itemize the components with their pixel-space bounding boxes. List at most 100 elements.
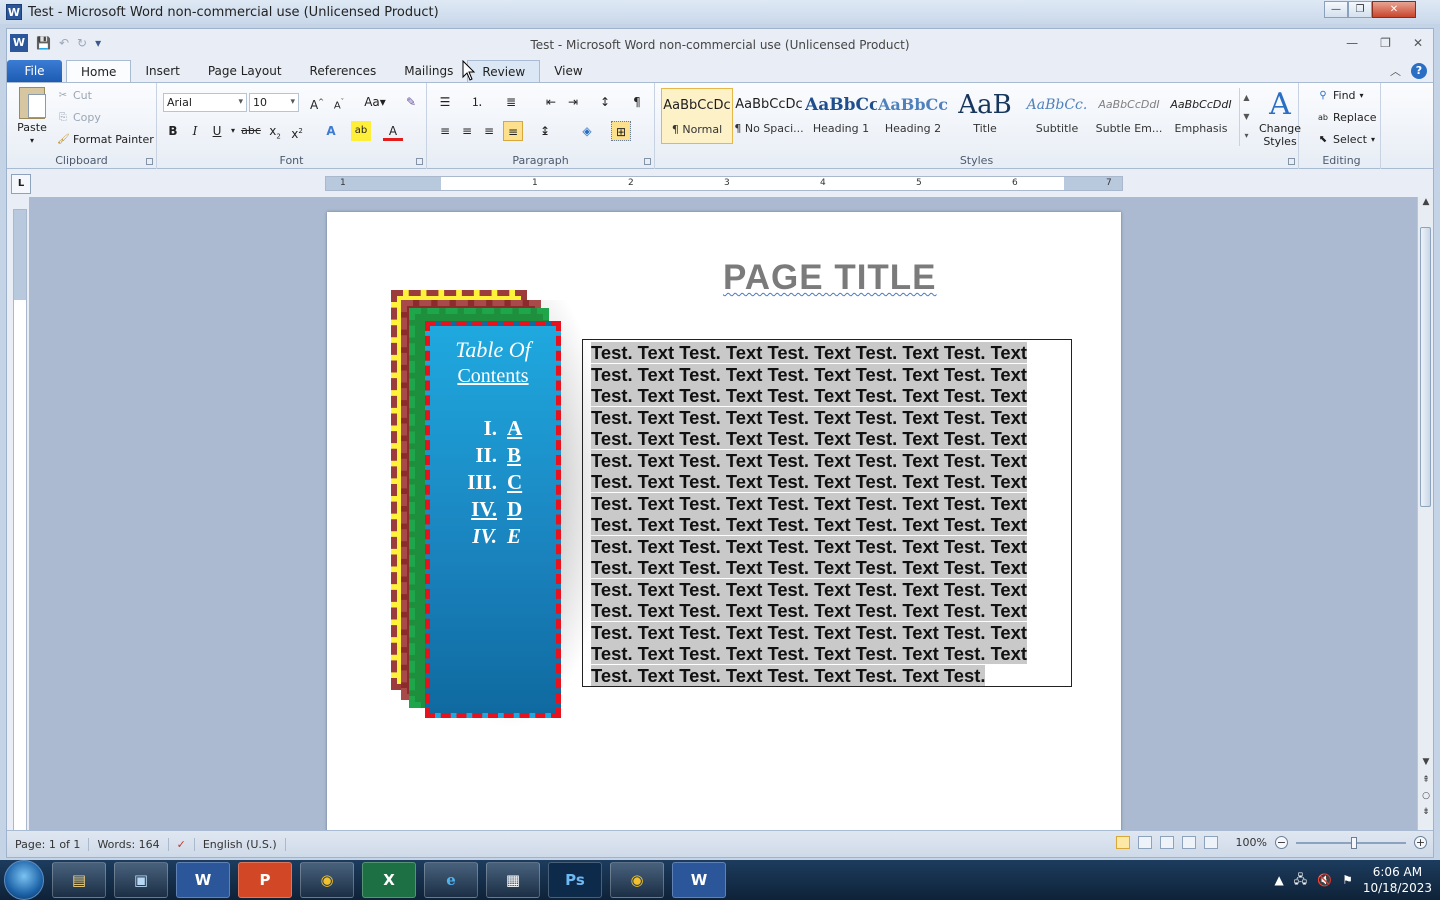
clipboard-launcher-icon[interactable] xyxy=(146,158,153,165)
select-button[interactable]: ⬉ Select ▾ xyxy=(1317,133,1375,146)
tab-file[interactable]: File xyxy=(7,60,62,82)
taskbar-word-active-icon[interactable]: W xyxy=(672,862,726,898)
page-count[interactable]: Page: 1 of 1 xyxy=(7,837,90,851)
previous-page-icon[interactable]: ⇞ xyxy=(1418,775,1434,785)
bullets-icon[interactable]: ☰ xyxy=(435,92,455,112)
inner-close-icon[interactable]: ✕ xyxy=(1413,36,1423,50)
paste-dropdown-icon[interactable]: ▾ xyxy=(13,136,51,145)
toc-item-link[interactable]: D xyxy=(507,496,537,523)
paragraph-launcher-icon[interactable] xyxy=(644,158,651,165)
scroll-down-icon[interactable]: ▼ xyxy=(1418,757,1434,767)
word-count[interactable]: Words: 164 xyxy=(89,837,169,851)
copy-button[interactable]: ⎘ Copy xyxy=(57,111,101,124)
shading-icon[interactable]: ◈ xyxy=(577,121,597,141)
justify-icon[interactable]: ≡ xyxy=(503,121,523,141)
inner-minimize-icon[interactable]: — xyxy=(1346,36,1358,50)
style-title[interactable]: AaB Title xyxy=(949,88,1021,144)
page-title[interactable]: PAGE TITLE xyxy=(723,258,937,298)
taskbar-explorer-icon[interactable]: ▤ xyxy=(52,862,106,898)
restore-icon[interactable]: ❐ xyxy=(1348,1,1372,18)
taskbar-word-icon[interactable]: W xyxy=(176,862,230,898)
undo-icon[interactable]: ↶ xyxy=(59,36,69,50)
gallery-more-icon[interactable]: ▾ xyxy=(1240,126,1253,145)
tab-references[interactable]: References xyxy=(296,60,391,82)
style-heading-2[interactable]: AaBbCc Heading 2 xyxy=(877,88,949,144)
volume-icon[interactable]: 🔇 xyxy=(1317,873,1332,887)
tab-insert[interactable]: Insert xyxy=(131,60,193,82)
clear-formatting-icon[interactable]: ✎ xyxy=(401,92,421,112)
show-hidden-icons-icon[interactable]: ▲ xyxy=(1274,873,1283,887)
style-subtitle[interactable]: AaBbCc. Subtitle xyxy=(1021,88,1093,144)
borders-icon[interactable]: ⊞ xyxy=(611,121,631,141)
text-effects-icon[interactable]: A xyxy=(321,121,341,141)
change-styles-button[interactable]: A Change Styles xyxy=(1257,88,1303,149)
table-of-contents-shape[interactable]: Table Of Contents I. A II. B III. C IV. … xyxy=(391,290,611,730)
replace-button[interactable]: ab Replace xyxy=(1317,111,1377,124)
decrease-indent-icon[interactable]: ⇤ xyxy=(541,92,561,112)
bold-icon[interactable]: B xyxy=(163,121,183,141)
inner-restore-icon[interactable]: ❐ xyxy=(1380,36,1391,50)
help-icon[interactable]: ? xyxy=(1411,63,1427,79)
align-center-icon[interactable]: ≡ xyxy=(457,121,477,141)
taskbar-excel-icon[interactable]: X xyxy=(362,862,416,898)
tab-home[interactable]: Home xyxy=(66,60,132,82)
paste-button[interactable]: Paste ▾ xyxy=(13,87,51,145)
increase-indent-icon[interactable]: ⇥ xyxy=(563,92,583,112)
language-indicator[interactable]: English (U.S.) xyxy=(195,837,286,851)
zoom-in-icon[interactable]: + xyxy=(1414,836,1427,849)
toc-item-link[interactable]: B xyxy=(507,442,537,469)
underline-dropdown-icon[interactable]: ▾ xyxy=(223,121,243,141)
superscript-icon[interactable]: x2 xyxy=(287,121,307,141)
minimize-ribbon-icon[interactable]: ︿ xyxy=(1390,63,1401,79)
align-right-icon[interactable]: ≡ xyxy=(479,121,499,141)
customize-qat-icon[interactable]: ▾ xyxy=(95,36,101,50)
line-spacing-icon[interactable]: ↨ xyxy=(535,121,555,141)
vertical-ruler[interactable] xyxy=(13,209,27,831)
toc-item-link[interactable]: E xyxy=(507,523,537,550)
toc-item[interactable]: III. C xyxy=(430,469,556,496)
taskbar-internet-explorer-icon[interactable]: e xyxy=(424,862,478,898)
word-app-icon[interactable]: W xyxy=(6,4,22,20)
italic-icon[interactable]: I xyxy=(185,121,205,141)
scrollbar-thumb[interactable] xyxy=(1420,227,1431,507)
styles-launcher-icon[interactable] xyxy=(1288,158,1295,165)
tab-mailings[interactable]: Mailings xyxy=(390,60,467,82)
align-left-icon[interactable]: ≡ xyxy=(435,121,455,141)
style-heading-1[interactable]: AaBbCc Heading 1 xyxy=(805,88,877,144)
taskbar-powerpoint-icon[interactable]: P xyxy=(238,862,292,898)
vertical-scrollbar[interactable]: ▲ ▼ ⇞ ○ ⇟ xyxy=(1417,197,1433,831)
outline-icon[interactable] xyxy=(1181,836,1196,849)
minimize-icon[interactable]: — xyxy=(1324,1,1348,18)
cut-button[interactable]: ✂ Cut xyxy=(57,89,92,102)
styles-gallery-scroll[interactable]: ▲ ▼ ▾ xyxy=(1239,88,1253,146)
format-painter-button[interactable]: 🖌 Format Painter xyxy=(57,133,154,146)
draft-icon[interactable] xyxy=(1203,836,1218,849)
browse-object-icon[interactable]: ○ xyxy=(1418,791,1434,801)
sort-icon[interactable]: ↕ xyxy=(595,92,615,112)
body-text-box[interactable]: Test. Text Test. Text Test. Text Test. T… xyxy=(582,339,1072,687)
redo-icon[interactable]: ↻ xyxy=(77,36,87,50)
change-case-icon[interactable]: Aa▾ xyxy=(361,92,389,112)
taskbar-computer-icon[interactable]: ▣ xyxy=(114,862,168,898)
numbering-icon[interactable]: ⒈ xyxy=(467,92,487,112)
toc-item[interactable]: IV. D xyxy=(430,496,556,523)
style-no-spacing[interactable]: AaBbCcDc ¶ No Spaci... xyxy=(733,88,805,144)
full-screen-reading-icon[interactable] xyxy=(1137,836,1152,849)
toc-item-link[interactable]: C xyxy=(507,469,537,496)
zoom-out-icon[interactable]: − xyxy=(1275,836,1288,849)
shrink-font-icon[interactable]: Aˇ xyxy=(329,92,349,112)
grow-font-icon[interactable]: A^ xyxy=(307,92,327,112)
taskbar-calculator-icon[interactable]: ▦ xyxy=(486,862,540,898)
tab-view[interactable]: View xyxy=(540,60,596,82)
scroll-up-icon[interactable]: ▲ xyxy=(1418,197,1434,207)
clock[interactable]: 6:06 AM 10/18/2023 xyxy=(1363,864,1432,896)
taskbar-chrome-2-icon[interactable]: ◉ xyxy=(610,862,664,898)
font-launcher-icon[interactable] xyxy=(416,158,423,165)
zoom-level[interactable]: 100% xyxy=(1236,836,1267,849)
show-formatting-icon[interactable]: ¶ xyxy=(627,92,647,112)
style-normal[interactable]: AaBbCcDc ¶ Normal xyxy=(661,88,733,144)
multilevel-list-icon[interactable]: ≣ xyxy=(501,92,521,112)
action-center-icon[interactable]: ⚑ xyxy=(1342,873,1353,887)
style-emphasis[interactable]: AaBbCcDdI Emphasis xyxy=(1165,88,1237,144)
taskbar-photoshop-icon[interactable]: Ps xyxy=(548,862,602,898)
